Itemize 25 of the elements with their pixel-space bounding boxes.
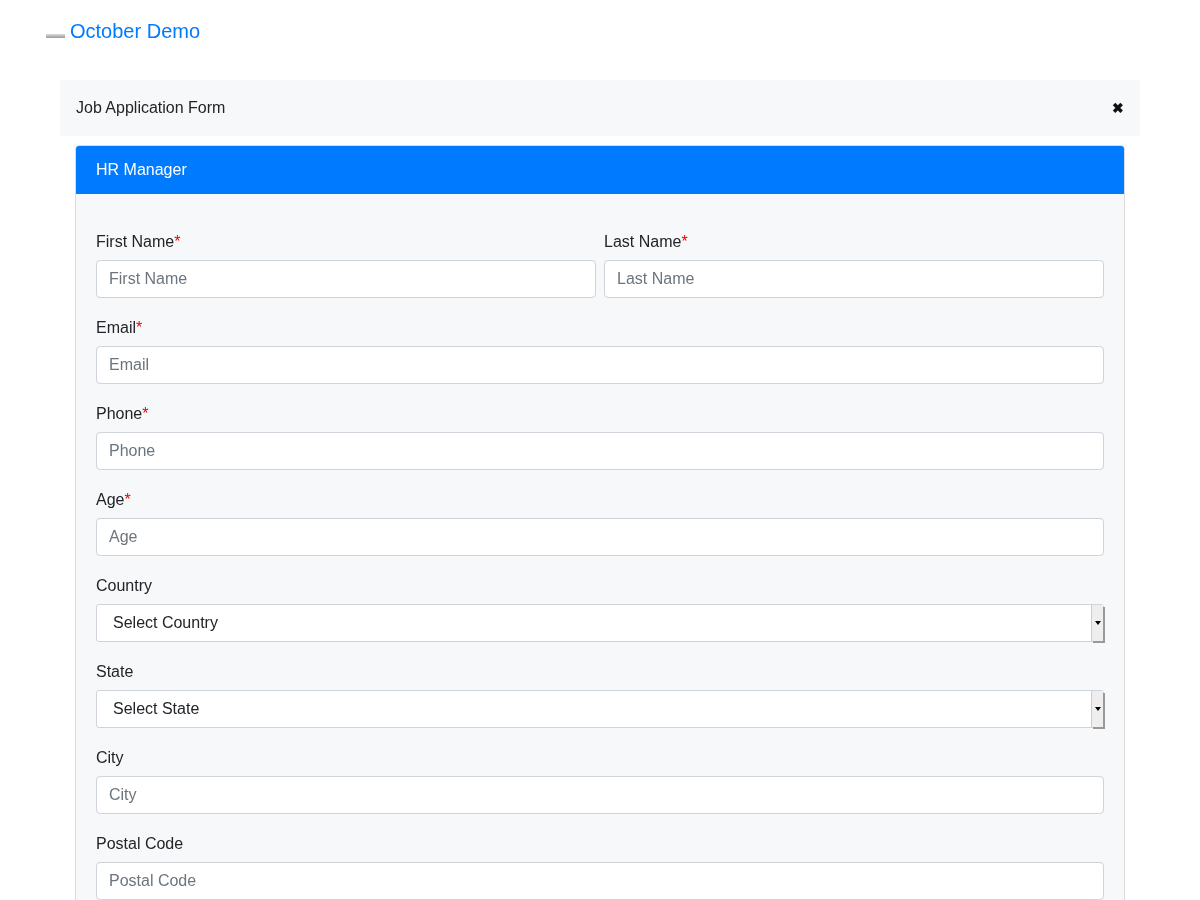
image-placeholder-icon (46, 34, 65, 38)
brand-link[interactable]: October Demo (46, 20, 201, 42)
caret-icon (1094, 707, 1101, 711)
text-field[interactable]: Age (96, 518, 1104, 556)
text-field[interactable]: Email (96, 346, 1104, 384)
card-title: HR Manager (96, 160, 187, 180)
text-field[interactable]: City (96, 776, 1104, 814)
panel-title: Job Application Form (76, 98, 226, 118)
text-field[interactable]: Phone (96, 432, 1104, 470)
field-label: City (96, 748, 124, 768)
text-field[interactable]: Postal Code (96, 862, 1104, 900)
close-button[interactable]: ✖ (1112, 97, 1124, 119)
text-field[interactable]: Last Name (604, 260, 1104, 298)
field-label: Age* (96, 490, 131, 510)
select-dropdown[interactable]: Select State (96, 690, 1104, 728)
caret-icon (1094, 621, 1101, 625)
select-dropdown[interactable]: Select Country (96, 604, 1104, 642)
field-label: State (96, 662, 134, 682)
field-label: Email* (96, 318, 143, 338)
field-label: Country (96, 576, 153, 596)
field-label: Postal Code (96, 834, 184, 854)
text-field[interactable]: First Name (96, 260, 596, 298)
field-label: First Name* (96, 232, 181, 252)
field-label: Last Name* (604, 232, 688, 252)
field-label: Phone* (96, 404, 149, 424)
